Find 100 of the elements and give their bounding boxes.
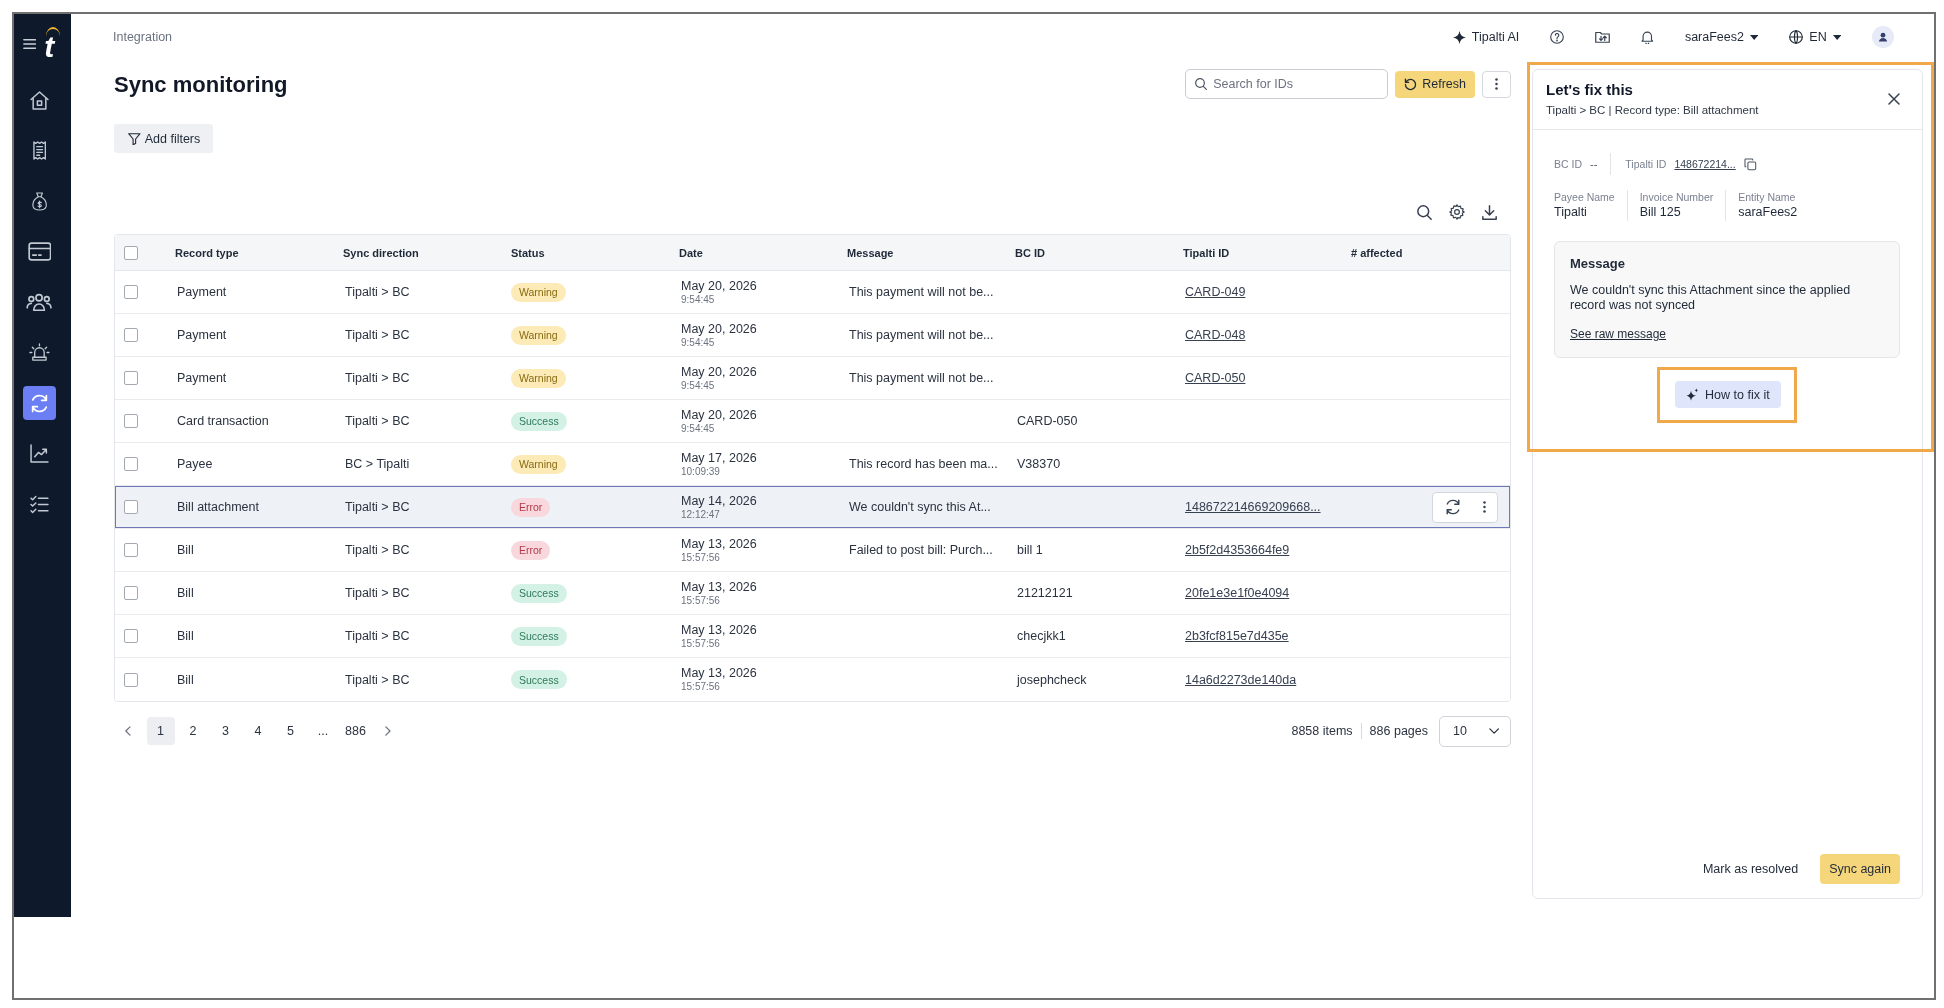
chevron-right-icon[interactable] [385, 726, 391, 736]
row-checkbox[interactable] [124, 586, 138, 600]
people-icon[interactable] [26, 292, 53, 312]
page-size-select[interactable]: 10 [1439, 715, 1511, 747]
copy-icon[interactable] [1743, 157, 1757, 171]
record-type-text: Payment [176, 371, 227, 385]
tipalti-id-link[interactable]: 20fe1e3e1f0e4094 [1183, 586, 1290, 600]
credit-card-icon[interactable] [27, 242, 52, 261]
row-checkbox[interactable] [124, 285, 138, 299]
row-checkbox[interactable] [124, 543, 138, 557]
bc-id-text: bill 1 [1016, 543, 1043, 557]
column-header[interactable]: # affected [1351, 246, 1403, 259]
help-icon[interactable] [1550, 30, 1565, 44]
logo[interactable]: t [42, 25, 59, 63]
tipalti-id-link[interactable]: 14a6d2273de140da [1183, 672, 1297, 687]
bc-id-text: CARD-050 [1016, 414, 1078, 428]
tipalti-id-link[interactable]: CARD-048 [1183, 328, 1246, 342]
column-header[interactable]: Message [847, 246, 894, 259]
tipalti-id-link[interactable]: CARD-050 [1183, 371, 1246, 385]
date-text: May 14, 2026 [681, 493, 757, 509]
breadcrumb-link[interactable]: Integration [113, 30, 173, 44]
page-button[interactable]: 5 [276, 717, 305, 745]
checklist-icon[interactable] [30, 494, 49, 514]
sync-again-button[interactable]: Sync again [1820, 854, 1900, 884]
row-checkbox[interactable] [124, 328, 138, 342]
siren-icon[interactable] [29, 343, 50, 362]
receipt-icon[interactable] [32, 141, 47, 160]
message-text: We couldn't sync this Attachment since the applied record was not synced [1570, 283, 1852, 313]
chevron-left-icon[interactable] [125, 726, 131, 736]
column-header[interactable]: Date [679, 246, 703, 259]
record-type-text: Bill attachment [176, 500, 259, 514]
time-text: 15:57:56 [681, 551, 720, 564]
sync-direction-text: Tipalti > BC [344, 414, 410, 428]
row-checkbox[interactable] [124, 500, 138, 514]
select-all-checkbox[interactable] [124, 245, 138, 260]
line-chart-icon[interactable] [30, 444, 49, 463]
menu-icon[interactable] [23, 39, 37, 49]
page-button[interactable]: 2 [179, 717, 207, 745]
bc-id-text: josephcheck [1015, 672, 1087, 687]
tipalti-id-link[interactable]: CARD-049 [1183, 285, 1246, 299]
bell-icon[interactable] [1641, 30, 1654, 44]
search-icon[interactable] [1417, 204, 1432, 220]
record-type-text: Payee [176, 457, 213, 471]
page-button[interactable]: 3 [211, 717, 240, 745]
tipalti-id-link[interactable]: 2b3fcf815e7d435e [1183, 629, 1289, 643]
time-text: 15:57:56 [681, 681, 720, 693]
column-header[interactable]: Status [511, 246, 545, 259]
time-text: 9:54:45 [681, 379, 715, 392]
sync-icon[interactable] [1445, 499, 1461, 515]
column-header[interactable]: Record type [175, 246, 239, 259]
page-button[interactable]: 1 [146, 717, 175, 745]
globe-icon [1789, 30, 1804, 44]
message-text: This payment will not be... [848, 328, 994, 342]
field-value: Bill 125 [1639, 204, 1682, 221]
time-text: 15:57:56 [681, 594, 720, 607]
row-checkbox[interactable] [124, 629, 138, 643]
home-icon[interactable] [30, 90, 49, 110]
mark-resolved-button[interactable]: Mark as resolved [1702, 862, 1799, 876]
row-checkbox[interactable] [124, 414, 138, 428]
date-text: May 20, 2026 [681, 364, 757, 380]
status-badge: Error [511, 540, 551, 560]
more-icon[interactable] [1483, 501, 1486, 513]
download-icon[interactable] [1482, 204, 1497, 220]
column-header[interactable]: Tipalti ID [1183, 246, 1230, 259]
page-button[interactable]: ... [309, 717, 337, 745]
record-type-text: Bill [176, 629, 194, 643]
ai-button[interactable]: Tipalti AI [1452, 30, 1520, 44]
time-text: 15:57:56 [681, 637, 720, 650]
table-row[interactable]: Bill attachment Tipalti > BC Error May 14, 2026 12:12:47 We couldn't sync this At... 148672214669209668... [115, 486, 1510, 529]
settings-icon[interactable] [1449, 204, 1465, 220]
page-button[interactable]: 4 [244, 717, 272, 745]
tipalti-id-link[interactable]: 148672214669209668... [1183, 500, 1321, 514]
row-checkbox[interactable] [124, 457, 138, 471]
search-field[interactable]: Search for IDs [1185, 69, 1389, 99]
column-header[interactable]: Sync direction [343, 246, 419, 259]
date-text: May 20, 2026 [681, 321, 757, 337]
refresh-button[interactable]: Refresh [1395, 70, 1475, 98]
row-checkbox[interactable] [124, 371, 138, 385]
raw-message-link[interactable]: See raw message [1570, 326, 1667, 342]
tipalti-id-link[interactable]: 148672214... [1674, 158, 1736, 170]
date-text: May 13, 2026 [681, 579, 757, 595]
tipalti-id-link[interactable]: 2b5f2d4353664fe9 [1183, 543, 1290, 557]
time-text: 9:54:45 [681, 336, 715, 349]
how-to-fix-button[interactable]: How to fix it [1675, 381, 1781, 408]
nav-item[interactable] [23, 386, 56, 420]
column-header[interactable]: BC ID [1015, 246, 1045, 259]
avatar-icon[interactable] [1872, 26, 1894, 48]
status-badge: Warning [511, 454, 566, 474]
money-bag-icon[interactable] [31, 191, 48, 211]
sync-direction-text: Tipalti > BC [344, 672, 410, 687]
sparkle-icon [1452, 30, 1466, 44]
field-label: Invoice Number [1639, 190, 1714, 204]
add-filters-button[interactable]: Add filters [114, 124, 214, 153]
date-text: May 13, 2026 [681, 666, 757, 681]
page-button[interactable]: 886 [341, 717, 370, 745]
language-menu[interactable]: EN [1789, 30, 1841, 44]
folder-icon[interactable] [1595, 31, 1611, 43]
row-checkbox[interactable] [124, 672, 138, 687]
close-icon[interactable] [1888, 93, 1900, 105]
account-menu[interactable]: saraFees2 [1684, 30, 1759, 44]
